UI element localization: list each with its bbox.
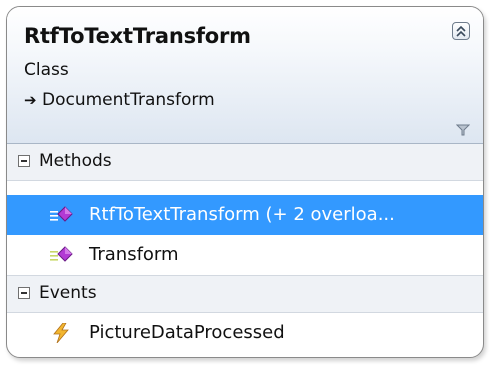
member-row-transform[interactable]: Transform	[7, 235, 483, 275]
member-label: PictureDataProcessed	[89, 322, 285, 343]
methods-section-label: Methods	[39, 151, 112, 171]
collapse-toggle-icon[interactable]	[18, 287, 30, 299]
class-shape[interactable]: RtfToTextTransform Class ➔ DocumentTransf…	[6, 6, 484, 358]
class-name: RtfToTextTransform	[24, 24, 251, 48]
filter-icon[interactable]	[455, 121, 471, 140]
double-chevron-up-icon	[456, 25, 466, 37]
methods-section-header[interactable]: Methods	[7, 144, 483, 181]
member-label: RtfToTextTransform (+ 2 overloa...	[89, 204, 395, 225]
inheritance-arrow-icon: ➔	[24, 91, 37, 109]
member-row-constructor[interactable]: RtfToTextTransform (+ 2 overloa...	[7, 195, 483, 235]
class-header[interactable]: RtfToTextTransform Class ➔ DocumentTransf…	[7, 7, 483, 144]
class-kind: Class	[24, 60, 69, 80]
method-icon	[50, 246, 73, 262]
member-label: Transform	[89, 244, 179, 265]
base-class-name: DocumentTransform	[42, 90, 215, 110]
collapse-button[interactable]	[452, 22, 470, 40]
collapse-toggle-icon[interactable]	[18, 155, 30, 167]
method-icon	[50, 206, 73, 222]
events-section-header[interactable]: Events	[7, 275, 483, 313]
events-section-label: Events	[39, 283, 97, 303]
event-lightning-icon	[53, 323, 69, 343]
member-row-picture-data-processed[interactable]: PictureDataProcessed	[7, 313, 483, 353]
base-class-row: ➔ DocumentTransform	[24, 90, 215, 110]
